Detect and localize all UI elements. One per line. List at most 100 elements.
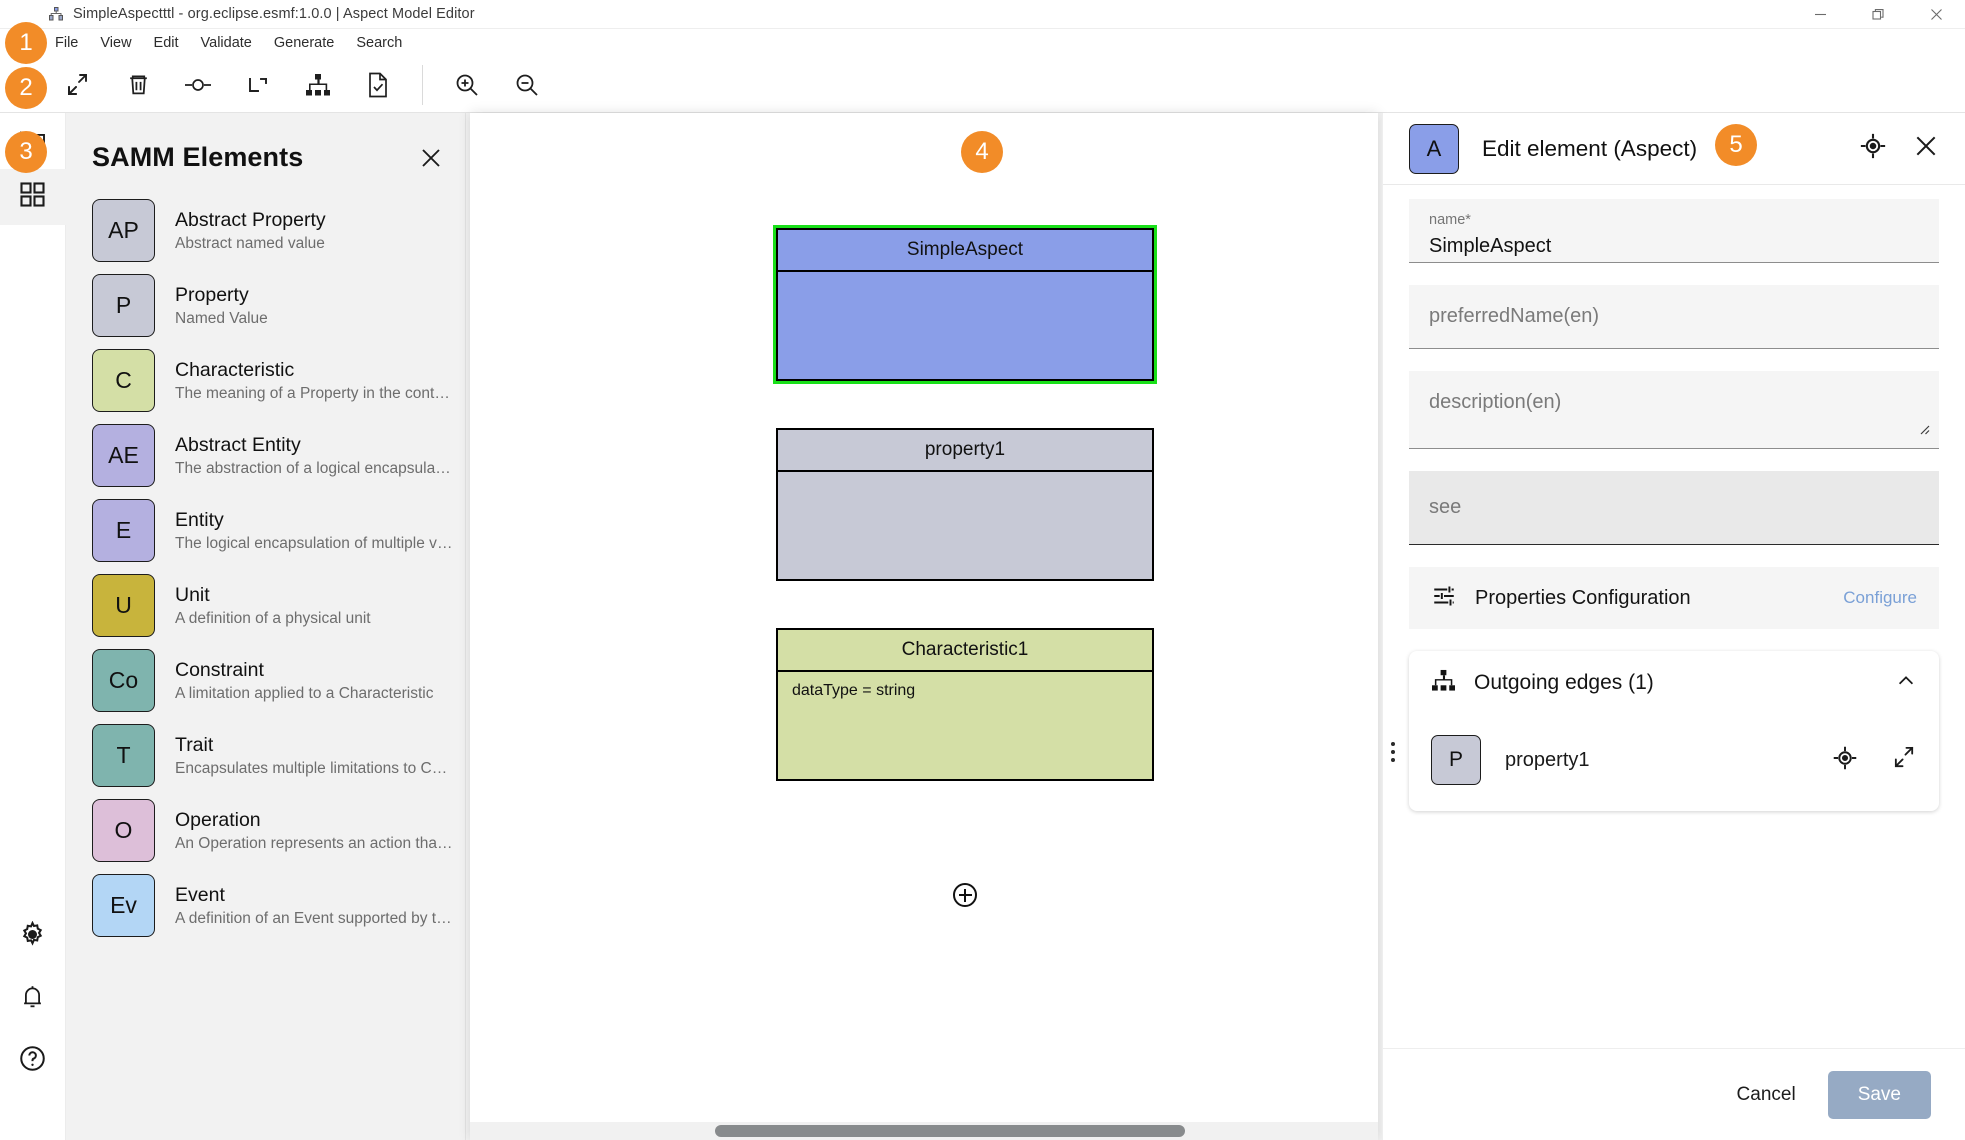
rail-item-elements[interactable] xyxy=(0,169,66,225)
scrollbar-thumb[interactable] xyxy=(715,1125,1185,1137)
menu-item-search[interactable]: Search xyxy=(345,32,413,54)
element-text: Unit A definition of a physical unit xyxy=(175,582,371,630)
samm-element-trait[interactable]: T Trait Encapsulates multiple limitation… xyxy=(66,718,465,793)
samm-element-property[interactable]: P Property Named Value xyxy=(66,268,465,343)
samm-element-event[interactable]: Ev Event A definition of an Event suppor… xyxy=(66,868,465,943)
close-icon[interactable] xyxy=(1907,0,1965,29)
collapse-icon[interactable] xyxy=(1892,745,1917,775)
chevron-up-icon[interactable] xyxy=(1895,670,1917,697)
samm-elements-header: SAMM Elements xyxy=(66,113,465,183)
validate-file-icon[interactable] xyxy=(348,62,408,108)
configure-link[interactable]: Configure xyxy=(1843,588,1917,608)
element-text: Abstract Property Abstract named value xyxy=(175,207,326,255)
samm-element-unit[interactable]: U Unit A definition of a physical unit xyxy=(66,568,465,643)
samm-elements-list: AP Abstract Property Abstract named valu… xyxy=(66,183,465,943)
hierarchy-icon[interactable] xyxy=(288,62,348,108)
menu-item-generate[interactable]: Generate xyxy=(263,32,345,54)
outgoing-edges-card: Outgoing edges (1) P property1 xyxy=(1409,651,1939,811)
menu-item-view[interactable]: View xyxy=(89,32,142,54)
see-field[interactable]: see xyxy=(1409,471,1939,545)
outgoing-edges-header[interactable]: Outgoing edges (1) xyxy=(1431,669,1917,697)
element-name: Operation xyxy=(175,807,453,833)
panel-drag-handle[interactable] xyxy=(1391,742,1395,762)
element-desc: A definition of a physical unit xyxy=(175,608,371,630)
edit-element-actions xyxy=(1859,132,1939,165)
rail-item-help[interactable] xyxy=(0,1030,66,1092)
element-desc: The abstraction of a logical encapsulati… xyxy=(175,458,453,480)
zoom-in-icon[interactable] xyxy=(437,62,497,108)
properties-configuration-row[interactable]: Properties Configuration Configure xyxy=(1409,567,1939,629)
toolbar-divider xyxy=(422,65,423,105)
target-icon[interactable] xyxy=(1832,745,1858,776)
rail-bottom-group xyxy=(0,906,66,1140)
diagram-node-characteristic[interactable]: Characteristic1 dataType = string xyxy=(776,628,1154,781)
menu-item-edit[interactable]: Edit xyxy=(143,32,190,54)
element-name: Unit xyxy=(175,582,371,608)
description-field[interactable]: description(en) xyxy=(1409,371,1939,449)
close-icon[interactable] xyxy=(1913,133,1939,164)
step-marker-5: 5 xyxy=(1715,124,1757,166)
connect-icon[interactable] xyxy=(168,62,228,108)
format-icon[interactable] xyxy=(228,62,288,108)
minimize-icon[interactable] xyxy=(1791,0,1849,29)
rail-item-settings[interactable] xyxy=(0,906,66,968)
edit-element-title: Edit element (Aspect) xyxy=(1482,136,1697,162)
outgoing-edges-title: Outgoing edges (1) xyxy=(1474,671,1654,695)
delete-icon[interactable] xyxy=(108,62,168,108)
canvas-horizontal-scrollbar[interactable] xyxy=(470,1122,1378,1140)
node-title: Characteristic1 xyxy=(778,630,1152,672)
element-badge: E xyxy=(92,499,155,562)
cancel-button[interactable]: Cancel xyxy=(1715,1072,1818,1118)
element-name: Trait xyxy=(175,732,453,758)
samm-element-constraint[interactable]: Co Constraint A limitation applied to a … xyxy=(66,643,465,718)
menu-item-file[interactable]: File xyxy=(48,32,89,54)
element-desc: The logical encapsulation of multiple va… xyxy=(175,533,453,555)
edit-element-panel: A Edit element (Aspect) xyxy=(1382,113,1965,1140)
node-body xyxy=(778,272,1152,292)
grid-icon xyxy=(20,182,45,212)
save-button[interactable]: Save xyxy=(1828,1071,1931,1119)
samm-element-abstract-property[interactable]: AP Abstract Property Abstract named valu… xyxy=(66,193,465,268)
name-field[interactable]: name* SimpleAspect xyxy=(1409,199,1939,263)
diagram-node-property[interactable]: property1 xyxy=(776,428,1154,581)
samm-element-entity[interactable]: E Entity The logical encapsulation of mu… xyxy=(66,493,465,568)
close-icon[interactable] xyxy=(419,146,443,170)
element-name: Characteristic xyxy=(175,357,453,383)
element-desc: Named Value xyxy=(175,308,268,330)
rail-item-notifications[interactable] xyxy=(0,968,66,1030)
restore-icon[interactable] xyxy=(1849,0,1907,29)
element-badge: T xyxy=(92,724,155,787)
element-badge: AP xyxy=(92,199,155,262)
diagram-node-aspect[interactable]: SimpleAspect xyxy=(776,228,1154,381)
target-icon[interactable] xyxy=(1859,132,1887,165)
aspect-model-editor-window: SimpleAspectttl - org.eclipse.esmf:1.0.0… xyxy=(0,0,1965,1140)
zoom-out-icon[interactable] xyxy=(497,62,557,108)
diagram-canvas[interactable]: SimpleAspect property1 Characteristic1 xyxy=(470,113,1378,1140)
preferred-name-field[interactable]: preferredName(en) xyxy=(1409,285,1939,349)
samm-element-abstract-entity[interactable]: AE Abstract Entity The abstraction of a … xyxy=(66,418,465,493)
name-field-label: name* xyxy=(1429,211,1919,230)
properties-configuration-label: Properties Configuration xyxy=(1475,587,1691,610)
icon-rail xyxy=(0,113,66,1140)
resize-grip-icon[interactable] xyxy=(1917,422,1930,440)
step-marker-3: 3 xyxy=(5,131,47,173)
node-title: property1 xyxy=(778,430,1152,472)
fit-to-view-icon[interactable] xyxy=(48,62,108,108)
samm-element-characteristic[interactable]: C Characteristic The meaning of a Proper… xyxy=(66,343,465,418)
step-marker-4: 4 xyxy=(961,131,1003,173)
diagram-canvas-area: SimpleAspect property1 Characteristic1 xyxy=(466,113,1382,1140)
node-title: SimpleAspect xyxy=(778,230,1152,272)
menu-bar: File View Edit Validate Generate Search xyxy=(0,29,1965,57)
node-body: dataType = string xyxy=(778,672,1152,710)
element-badge: Ev xyxy=(92,874,155,937)
element-text: Property Named Value xyxy=(175,282,268,330)
preferred-name-placeholder: preferredName(en) xyxy=(1429,305,1599,328)
app-icon xyxy=(48,6,64,22)
outgoing-edge-row[interactable]: P property1 xyxy=(1431,735,1917,785)
menu-item-validate[interactable]: Validate xyxy=(190,32,263,54)
samm-element-operation[interactable]: O Operation An Operation represents an a… xyxy=(66,793,465,868)
step-marker-2: 2 xyxy=(5,67,47,109)
element-text: Characteristic The meaning of a Property… xyxy=(175,357,453,405)
add-handle-characteristic[interactable] xyxy=(953,883,977,907)
window-title: SimpleAspectttl - org.eclipse.esmf:1.0.0… xyxy=(73,6,475,22)
